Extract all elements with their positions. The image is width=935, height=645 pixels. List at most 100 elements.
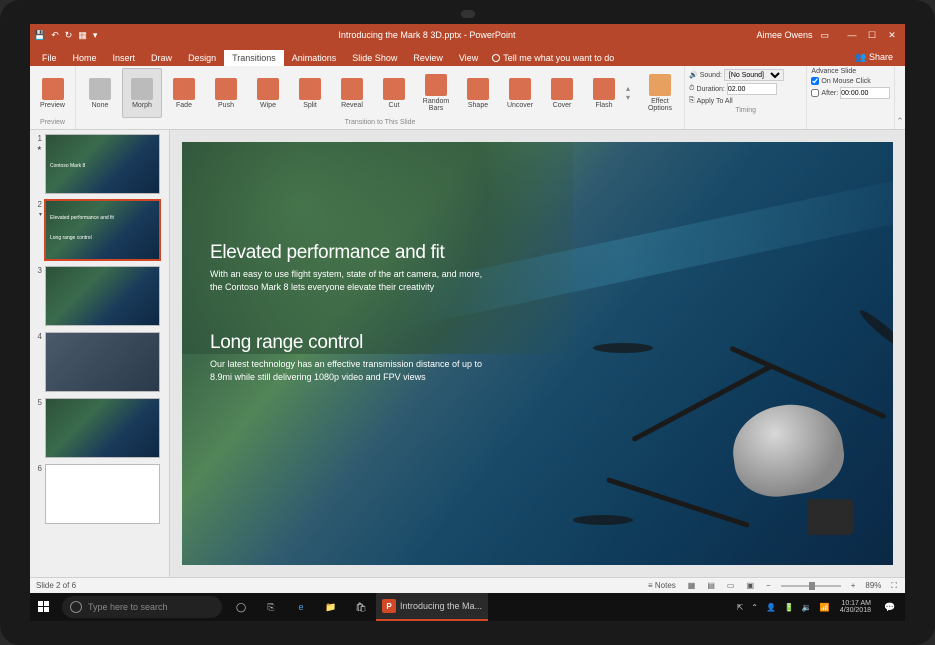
tab-animations[interactable]: Animations [284, 50, 345, 66]
start-from-beginning-icon[interactable]: ▦ [78, 30, 87, 41]
thumbnail-3[interactable]: 3 [32, 266, 167, 326]
transition-shape[interactable]: Shape [458, 68, 498, 118]
tab-design[interactable]: Design [180, 50, 224, 66]
slide-text-block-1[interactable]: Elevated performance and fit With an eas… [210, 242, 490, 293]
thumbnail-1[interactable]: 1★ Contoso Mark 8 [32, 134, 167, 194]
tab-slide-show[interactable]: Slide Show [344, 50, 405, 66]
transition-wipe[interactable]: Wipe [248, 68, 288, 118]
zoom-slider[interactable] [781, 585, 841, 587]
task-view-icon[interactable]: ⎘ [256, 593, 286, 621]
normal-view-icon[interactable]: ▦ [686, 581, 698, 590]
taskbar-app-label: Introducing the Ma... [400, 601, 482, 611]
windows-icon [38, 601, 50, 613]
transition-split[interactable]: Split [290, 68, 330, 118]
zoom-percentage[interactable]: 89% [865, 581, 881, 590]
maximize-button[interactable]: ☐ [863, 30, 881, 41]
transition-none[interactable]: None [80, 68, 120, 118]
transition-cut[interactable]: Cut [374, 68, 414, 118]
slideshow-view-icon[interactable]: ▣ [744, 581, 756, 590]
after-label: After: [821, 90, 838, 97]
titlebar: 💾 ↶ ↻ ▦ ▾ Introducing the Mark 8 3D.pptx… [30, 24, 905, 46]
slide-thumbnail-panel[interactable]: 1★ Contoso Mark 8 2▾ Elevated performanc… [30, 130, 170, 577]
uncover-icon [509, 78, 531, 100]
transition-fade[interactable]: Fade [164, 68, 204, 118]
transition-uncover[interactable]: Uncover [500, 68, 540, 118]
preview-button[interactable]: Preview [34, 68, 71, 118]
transition-cover[interactable]: Cover [542, 68, 582, 118]
transition-random-bars[interactable]: Random Bars [416, 68, 456, 118]
tray-battery-icon[interactable]: 🔋 [784, 603, 794, 612]
tab-review[interactable]: Review [405, 50, 451, 66]
after-input[interactable] [840, 87, 890, 99]
action-center-icon[interactable]: 💬 [875, 593, 905, 621]
tell-me-search[interactable]: Tell me what you want to do [486, 50, 620, 66]
cortana-icon [70, 601, 82, 613]
close-button[interactable]: ✕ [883, 30, 901, 41]
zoom-handle[interactable] [809, 582, 815, 590]
store-icon[interactable]: 🛍 [346, 593, 376, 621]
ribbon-group-transitions: None Morph Fade Push Wipe Split Reveal C… [76, 66, 685, 129]
apply-to-all-button[interactable]: Apply To All [697, 98, 733, 105]
notes-button[interactable]: ≡ Notes [646, 581, 678, 590]
slide-canvas-area[interactable]: Elevated performance and fit With an eas… [170, 130, 905, 577]
tab-draw[interactable]: Draw [143, 50, 180, 66]
tray-connect-icon[interactable]: ⇱ [737, 603, 744, 612]
reading-view-icon[interactable]: ▭ [725, 581, 737, 590]
preview-icon [42, 78, 64, 100]
transition-morph[interactable]: Morph [122, 68, 162, 118]
slide-heading-2: Long range control [210, 332, 490, 354]
slide-counter[interactable]: Slide 2 of 6 [36, 581, 76, 590]
duration-input[interactable] [727, 83, 777, 95]
taskbar-clock[interactable]: 10:17 AM 4/30/2018 [836, 600, 875, 614]
system-tray: ⇱ ⌃ 👤 🔋 🔉 📶 [731, 603, 836, 612]
zoom-out-button[interactable]: − [764, 581, 773, 590]
tray-people-icon[interactable]: 👤 [766, 603, 776, 612]
slide-heading-1: Elevated performance and fit [210, 242, 490, 264]
tab-transitions[interactable]: Transitions [224, 50, 284, 66]
tray-chevron-icon[interactable]: ⌃ [751, 603, 758, 612]
slide-sorter-view-icon[interactable]: ▤ [705, 581, 717, 590]
slide-text-block-2[interactable]: Long range control Our latest technology… [210, 332, 490, 383]
zoom-in-button[interactable]: + [849, 581, 858, 590]
start-button[interactable] [30, 593, 58, 621]
transition-push[interactable]: Push [206, 68, 246, 118]
transition-flash[interactable]: Flash [584, 68, 624, 118]
taskbar-app-powerpoint[interactable]: P Introducing the Ma... [376, 593, 488, 621]
fit-to-window-icon[interactable]: ⛶ [889, 581, 899, 591]
file-explorer-icon[interactable]: 📁 [316, 593, 346, 621]
transition-reveal[interactable]: Reveal [332, 68, 372, 118]
effect-options-button[interactable]: Effect Options [640, 68, 680, 118]
flash-icon [593, 78, 615, 100]
redo-icon[interactable]: ↻ [65, 30, 73, 41]
advance-slide-label: Advance Slide [811, 68, 890, 75]
save-icon[interactable]: 💾 [34, 30, 45, 41]
ribbon-display-options-icon[interactable]: ▭ [820, 30, 829, 41]
tab-home[interactable]: Home [65, 50, 105, 66]
on-mouse-click-label: On Mouse Click [821, 78, 870, 85]
collapse-ribbon-button[interactable]: ⌃ [895, 66, 905, 129]
taskbar-search[interactable]: Type here to search [62, 596, 222, 618]
on-mouse-click-checkbox[interactable] [811, 77, 819, 85]
tab-insert[interactable]: Insert [105, 50, 144, 66]
tab-view[interactable]: View [451, 50, 486, 66]
cortana-voice-icon[interactable]: ◯ [226, 593, 256, 621]
tab-file[interactable]: File [34, 50, 65, 66]
thumbnail-5[interactable]: 5 [32, 398, 167, 458]
thumbnail-2[interactable]: 2▾ Elevated performance and fitLong rang… [32, 200, 167, 260]
sound-dropdown[interactable]: [No Sound] [724, 69, 784, 81]
tray-wifi-icon[interactable]: 📶 [820, 603, 830, 612]
current-slide[interactable]: Elevated performance and fit With an eas… [182, 142, 893, 565]
minimize-button[interactable]: — [843, 30, 861, 41]
undo-icon[interactable]: ↶ [51, 30, 59, 41]
edge-icon[interactable]: e [286, 593, 316, 621]
duration-icon: ⏱ [689, 85, 694, 93]
share-button[interactable]: 👥 Share [847, 49, 901, 66]
after-checkbox[interactable] [811, 89, 819, 97]
user-name[interactable]: Aimee Owens [756, 30, 812, 40]
preview-label: Preview [40, 102, 65, 109]
tray-volume-icon[interactable]: 🔉 [802, 603, 812, 612]
thumbnail-4[interactable]: 4 [32, 332, 167, 392]
tell-me-label: Tell me what you want to do [503, 53, 614, 63]
thumbnail-6[interactable]: 6 [32, 464, 167, 524]
transitions-gallery-more[interactable]: ▴▾ [626, 68, 638, 118]
